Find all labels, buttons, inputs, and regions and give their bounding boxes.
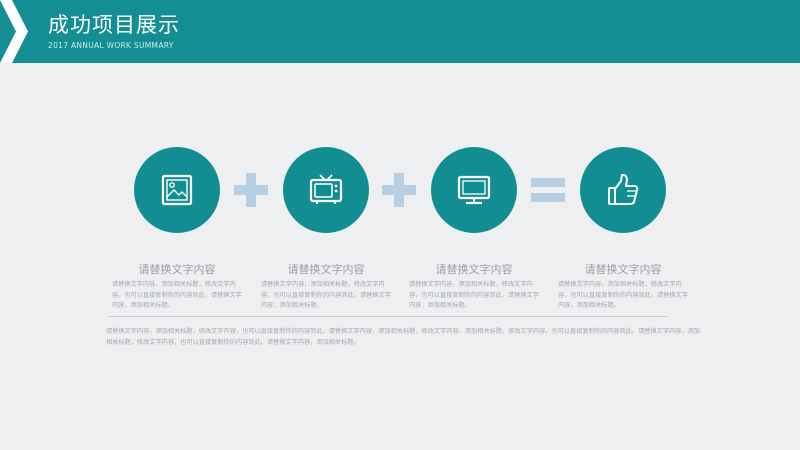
picture-icon xyxy=(161,174,193,206)
divider-line xyxy=(108,316,668,317)
monitor-icon xyxy=(457,175,491,205)
item-circle-thumbs-up xyxy=(580,147,666,233)
item-circle-picture xyxy=(134,147,220,233)
item-block-3: 请替换文字内容 请替换文字内容，添加相关标题，修改文字内容，也可以直接复制你的内… xyxy=(409,261,539,312)
item-title: 请替换文字内容 xyxy=(584,263,662,276)
item-text: 请替换文字内容，添加相关标题，修改文字内容，也可以直接复制你的内容到此，请替换文… xyxy=(558,281,688,309)
thumbs-up-icon xyxy=(608,173,639,205)
item-block-1: 请替换文字内容 请替换文字内容，添加相关标题，修改文字内容，也可以直接复制你的内… xyxy=(112,261,242,312)
tv-icon xyxy=(309,174,343,204)
item-title: 请替换文字内容 xyxy=(287,263,365,276)
equals-operator-icon xyxy=(531,178,565,202)
item-title: 请替换文字内容 xyxy=(435,263,513,276)
plus-operator-icon xyxy=(234,173,268,207)
item-text: 请替换文字内容，添加相关标题，修改文字内容，也可以直接复制你的内容到此，请替换文… xyxy=(112,281,242,309)
item-text: 请替换文字内容，添加相关标题，修改文字内容，也可以直接复制你的内容到此，请替换文… xyxy=(409,281,539,309)
footer-paragraph: 请替换文字内容，添加相关标题，修改文字内容，也可以直接复制你的内容到此。请替换文… xyxy=(106,328,700,346)
plus-operator-icon xyxy=(382,173,416,207)
page-subtitle: 2017 ANNUAL WORK SUMMARY xyxy=(48,41,174,50)
chevron-decoration-icon xyxy=(0,0,28,63)
item-block-4: 请替换文字内容 请替换文字内容，添加相关标题，修改文字内容，也可以直接复制你的内… xyxy=(558,261,688,312)
item-title: 请替换文字内容 xyxy=(138,263,216,276)
page-title: 成功项目展示 xyxy=(48,13,180,37)
header-bar: 成功项目展示 2017 ANNUAL WORK SUMMARY xyxy=(0,0,800,63)
item-block-2: 请替换文字内容 请替换文字内容，添加相关标题，修改文字内容，也可以直接复制你的内… xyxy=(261,261,391,312)
item-circle-tv xyxy=(283,147,369,233)
item-text: 请替换文字内容，添加相关标题，修改文字内容，也可以直接复制你的内容到此，请替换文… xyxy=(261,281,391,309)
item-circle-monitor xyxy=(431,147,517,233)
